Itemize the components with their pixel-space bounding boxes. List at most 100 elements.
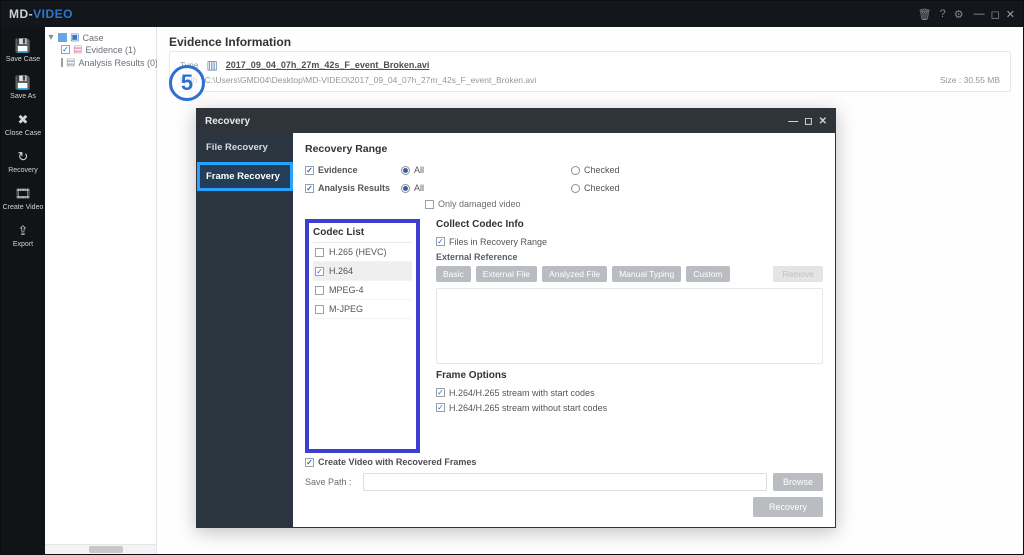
evidence-icon: ▤ (73, 44, 82, 55)
close-icon[interactable]: ✕ (1006, 8, 1015, 21)
checkbox[interactable] (305, 458, 314, 467)
codec-mjpeg[interactable]: M-JPEG (313, 300, 412, 319)
minimize-icon[interactable]: — (974, 8, 985, 21)
export-icon: ⇪ (1, 223, 45, 239)
codec-list-highlight: Codec List H.265 (HEVC) H.264 MPEG-4 M-J… (305, 219, 420, 453)
checkbox[interactable] (305, 184, 314, 193)
radio-checked[interactable] (571, 184, 580, 193)
label: H.264 (329, 266, 353, 276)
tree-evidence[interactable]: ▤ Evidence (1) (61, 44, 154, 55)
dialog-sidebar: File Recovery Frame Recovery (197, 133, 293, 527)
evidence-file-name[interactable]: 2017_09_04_07h_27m_42s_F_event_Broken.av… (226, 60, 430, 70)
range-evidence-row: Evidence All Checked (305, 161, 823, 179)
rail-save-case[interactable]: 💾Save Case (1, 33, 45, 70)
dialog-titlebar[interactable]: Recovery — ◻ ✕ (197, 109, 835, 133)
logo-prefix: MD- (9, 7, 33, 21)
tree-analysis[interactable]: ▤ Analysis Results (0) (61, 57, 154, 68)
external-file-button[interactable]: External File (476, 266, 537, 282)
recovery-icon: ↻ (1, 149, 45, 165)
checkbox[interactable] (305, 166, 314, 175)
scrollbar-thumb[interactable] (89, 546, 123, 553)
radio-all[interactable] (401, 166, 410, 175)
browse-button[interactable]: Browse (773, 473, 823, 491)
rail-save-as[interactable]: 💾Save As (1, 70, 45, 107)
recovery-dialog: Recovery — ◻ ✕ File Recovery Frame Recov… (196, 108, 836, 528)
save-path-input[interactable] (363, 473, 767, 491)
label: Evidence (318, 165, 358, 175)
rail-create-video[interactable]: 🎞Create Video (1, 181, 45, 218)
dialog-minimize-icon[interactable]: — (788, 116, 798, 127)
collapse-icon[interactable]: ▾ (47, 32, 55, 43)
codec-mpeg4[interactable]: MPEG-4 (313, 281, 412, 300)
tree-root[interactable]: ▾ ▣ Case (47, 32, 154, 43)
label: Checked (584, 183, 620, 193)
codec-h265[interactable]: H.265 (HEVC) (313, 243, 412, 262)
range-analysis-row: Analysis Results All Checked (305, 179, 823, 197)
titlebar: MD-VIDEO 🗑 ? ⚙ — ◻ ✕ (1, 1, 1023, 27)
checkbox[interactable] (436, 403, 445, 412)
rail-label: Recovery (8, 167, 38, 174)
label: H.264/H.265 stream with start codes (449, 388, 595, 398)
rail-label: Export (13, 241, 33, 248)
help-icon[interactable]: ? (940, 8, 946, 21)
checkbox[interactable] (315, 267, 324, 276)
label: Files in Recovery Range (449, 237, 547, 247)
label: Analysis Results (318, 183, 390, 193)
trash-icon[interactable]: 🗑 (918, 8, 932, 21)
recovery-button[interactable]: Recovery (753, 497, 823, 517)
gear-icon[interactable]: ⚙ (954, 8, 964, 21)
case-tree: ▾ ▣ Case ▤ Evidence (1) (45, 27, 157, 554)
analyzed-file-button[interactable]: Analyzed File (542, 266, 607, 282)
rail-label: Save As (10, 93, 36, 100)
label: Create Video with Recovered Frames (318, 457, 476, 467)
evidence-size: Size : 30.55 MB (940, 75, 1000, 85)
dialog-close-icon[interactable]: ✕ (819, 116, 827, 127)
dialog-maximize-icon[interactable]: ◻ (804, 116, 812, 127)
only-damaged-row: Only damaged video (425, 197, 823, 211)
create-video-row: Create Video with Recovered Frames (305, 457, 823, 467)
maximize-icon[interactable]: ◻ (991, 8, 1000, 21)
recovery-range-heading: Recovery Range (305, 143, 823, 155)
rail-export[interactable]: ⇪ Export (1, 218, 45, 255)
checkbox[interactable] (61, 45, 70, 54)
checkbox[interactable] (436, 237, 445, 246)
label: All (414, 165, 424, 175)
sidebar-item-frame-recovery[interactable]: Frame Recovery (197, 162, 293, 191)
logo-accent: VIDEO (33, 7, 73, 21)
codec-h264[interactable]: H.264 (313, 262, 412, 281)
step-number: 5 (181, 70, 193, 96)
radio-all[interactable] (401, 184, 410, 193)
label: H.265 (HEVC) (329, 247, 387, 257)
frame-options-heading: Frame Options (436, 370, 823, 381)
label: M-JPEG (329, 304, 363, 314)
rail-label: Save Case (6, 56, 40, 63)
checkbox[interactable] (315, 248, 324, 257)
rail-label: Create Video (3, 204, 44, 211)
checkbox[interactable] (425, 200, 434, 209)
remove-button[interactable]: Remove (773, 266, 823, 282)
analysis-icon: ▤ (66, 57, 75, 68)
checkbox[interactable] (315, 286, 324, 295)
codec-list-heading: Codec List (313, 227, 412, 242)
manual-typing-button[interactable]: Manual Typing (612, 266, 681, 282)
checkbox[interactable] (61, 58, 63, 67)
checkbox[interactable] (58, 33, 67, 42)
checkbox[interactable] (315, 305, 324, 314)
close-case-icon: ✖ (1, 112, 45, 128)
rail-recovery[interactable]: ↻ Recovery (1, 144, 45, 181)
rail-label: Close Case (5, 130, 41, 137)
external-reference-list[interactable] (436, 288, 823, 364)
checkbox[interactable] (436, 388, 445, 397)
sidebar-item-file-recovery[interactable]: File Recovery (197, 133, 293, 162)
custom-button[interactable]: Custom (686, 266, 729, 282)
rail-close-case[interactable]: ✖ Close Case (1, 107, 45, 144)
evidence-box: Type ▥ 2017_09_04_07h_27m_42s_F_event_Br… (169, 51, 1011, 92)
collect-codec-heading: Collect Codec Info (436, 219, 823, 230)
evidence-heading: Evidence Information (169, 35, 1011, 49)
titlebar-tools: 🗑 ? ⚙ (918, 8, 964, 21)
label: Only damaged video (438, 199, 521, 209)
label: MPEG-4 (329, 285, 364, 295)
radio-checked[interactable] (571, 166, 580, 175)
basic-button[interactable]: Basic (436, 266, 471, 282)
tree-scrollbar[interactable] (45, 544, 156, 554)
